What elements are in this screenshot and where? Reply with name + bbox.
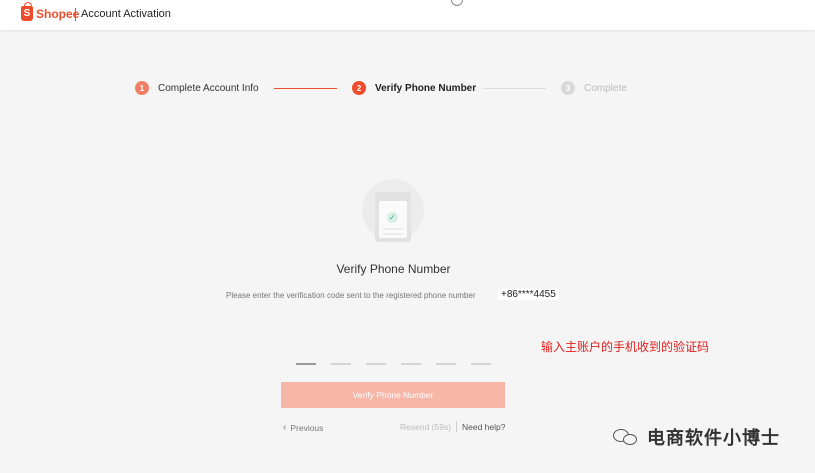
top-header: S Shopee Account Activation xyxy=(0,0,815,30)
previous-link[interactable]: ‹ Previous xyxy=(283,422,323,433)
phone-line-icon xyxy=(383,228,403,230)
step-3: 3 Complete xyxy=(561,81,627,95)
step-2-label: Verify Phone Number xyxy=(375,82,477,94)
watermark-text: 电商软件小博士 xyxy=(647,428,780,448)
code-input-1[interactable] xyxy=(296,363,316,365)
step-1-label: Complete Account Info xyxy=(158,82,259,94)
code-input-2[interactable] xyxy=(331,363,351,365)
link-divider xyxy=(456,421,457,432)
check-icon: ✓ xyxy=(387,212,398,223)
header-divider xyxy=(75,8,76,21)
step-3-label: Complete xyxy=(584,82,627,94)
watermark: 电商软件小博士 xyxy=(613,424,780,450)
verify-phone-button[interactable]: Verify Phone Number xyxy=(281,382,505,408)
code-input-5[interactable] xyxy=(436,363,456,365)
wechat-icon xyxy=(613,427,639,447)
resend-link[interactable]: Resend (59s) xyxy=(400,422,451,432)
instruction-text: Please enter the verification code sent … xyxy=(226,291,476,300)
logo-text: Shopee xyxy=(36,6,80,21)
shopee-bag-icon: S xyxy=(21,2,33,21)
annotation-text: 输入主账户的手机收到的验证码 xyxy=(541,340,710,354)
step-2: 2 Verify Phone Number xyxy=(352,81,476,95)
chevron-left-icon: ‹ xyxy=(283,422,287,433)
code-input-6[interactable] xyxy=(471,363,491,365)
shopee-logo[interactable]: S Shopee xyxy=(21,2,80,21)
step-3-number: 3 xyxy=(561,81,575,95)
code-input-4[interactable] xyxy=(401,363,421,365)
verify-title: Verify Phone Number xyxy=(336,262,451,276)
need-help-link[interactable]: Need help? xyxy=(462,422,505,432)
previous-label: Previous xyxy=(290,422,324,433)
phone-number: +86****4455 xyxy=(498,289,559,300)
page-title: Account Activation xyxy=(81,8,171,20)
phone-line-icon xyxy=(383,233,403,235)
step-connector-2 xyxy=(483,88,546,89)
step-connector-1 xyxy=(274,88,337,89)
help-icon[interactable] xyxy=(451,0,463,6)
step-2-number: 2 xyxy=(352,81,366,95)
code-input-3[interactable] xyxy=(366,363,386,365)
step-1-number: 1 xyxy=(135,81,149,95)
step-1: 1 Complete Account Info xyxy=(135,81,259,95)
